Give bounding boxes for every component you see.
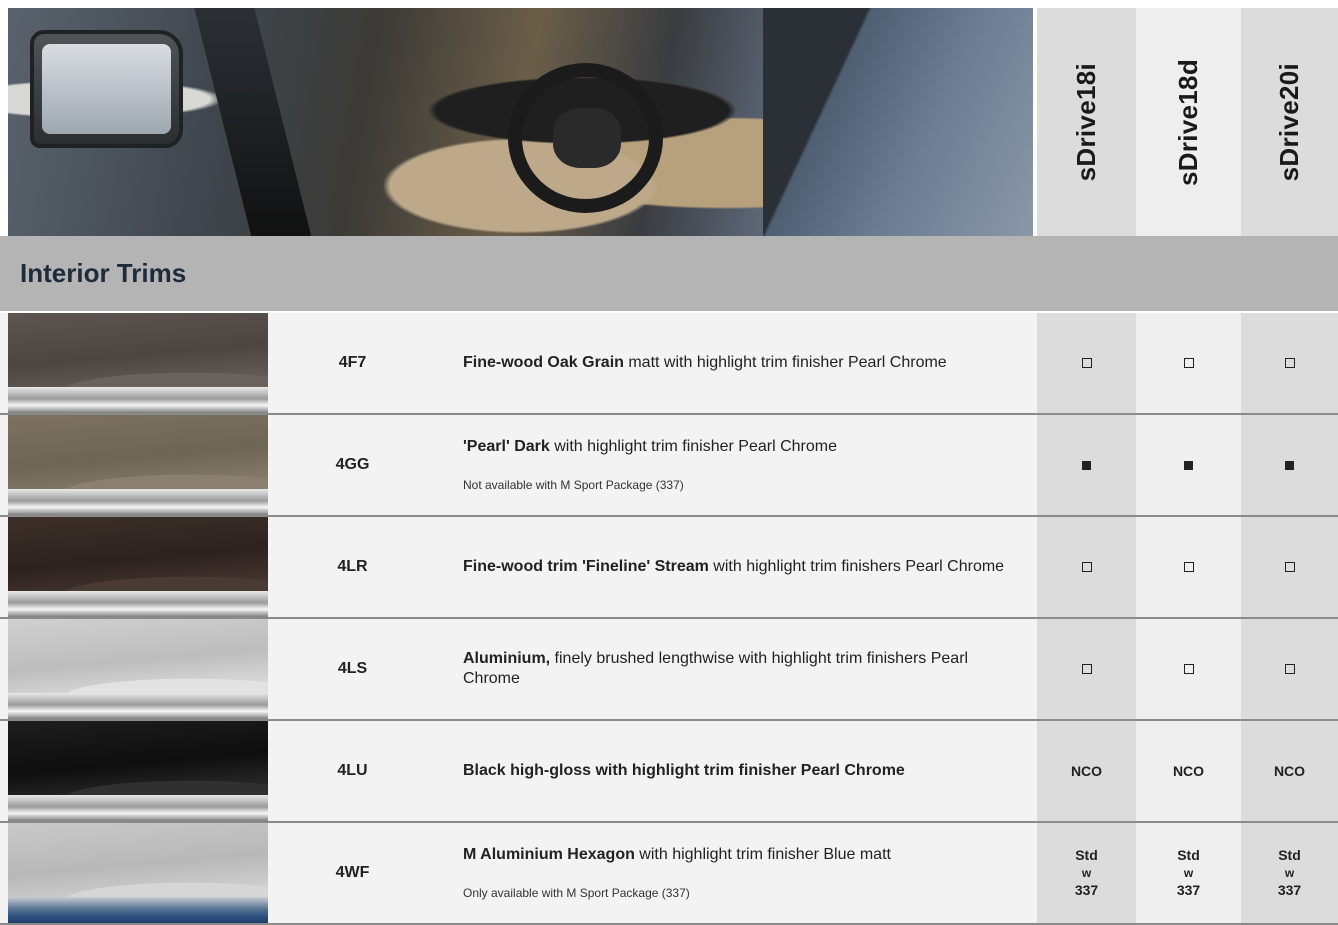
trim-swatch-image [8, 415, 268, 515]
optional-square-icon [1183, 358, 1194, 368]
availability-label: NCO [1172, 762, 1205, 779]
table-row: 4LS Aluminium, finely brushed lengthwise … [0, 619, 1338, 721]
optional-square-icon [1183, 562, 1194, 572]
availability-cell [1136, 517, 1241, 617]
trim-description: Black high-gloss with highlight trim fin… [463, 721, 1013, 821]
trim-description: Aluminium, finely brushed lengthwise wit… [463, 619, 1013, 719]
trim-detail: with highlight trim finisher Pearl Chrom… [549, 438, 837, 455]
table-row: 4GG 'Pearl' Dark with highlight trim fini… [0, 415, 1338, 517]
availability-cell [1037, 415, 1136, 515]
availability-cell [1037, 619, 1136, 719]
availability-label: NCO [1273, 762, 1306, 779]
optional-square-icon [1183, 664, 1194, 674]
trim-table: 4F7 Fine-wood Oak Grain matt with highlig… [0, 313, 1338, 925]
header-area: sDrive18i sDrive18d sDrive20i [0, 0, 1338, 236]
model-label: sDrive18i [1071, 62, 1101, 182]
availability-cell [1241, 619, 1338, 719]
model-label: sDrive20i [1274, 62, 1304, 182]
model-header-sdrive18i: sDrive18i [1037, 8, 1136, 236]
optional-square-icon [1284, 664, 1295, 674]
trim-name: 'Pearl' Dark [463, 438, 550, 455]
option-code: 4F7 [338, 354, 367, 371]
trim-detail: with highlight trim finishers Pearl Chro… [708, 558, 1005, 575]
trim-title: 'Pearl' Dark with highlight trim finishe… [463, 437, 1013, 457]
trim-detail: matt with highlight trim finisher Pearl … [623, 354, 947, 371]
availability-cell [1037, 313, 1136, 413]
option-code: 4LR [337, 558, 368, 575]
trim-name: Fine-wood trim 'Fineline' Stream [463, 558, 709, 575]
standard-square-icon [1184, 460, 1193, 470]
trim-title: M Aluminium Hexagon with highlight trim … [463, 845, 1013, 865]
optional-square-icon [1284, 358, 1295, 368]
trim-title: Aluminium, finely brushed lengthwise wit… [463, 649, 1013, 689]
availability-cell: Std w 337 [1136, 823, 1241, 923]
section-header: Interior Trims [0, 236, 1338, 311]
availability-cell [1136, 415, 1241, 515]
side-mirror-graphic [30, 30, 183, 148]
standard-square-icon [1082, 460, 1091, 470]
trim-swatch-image [8, 313, 268, 413]
availability-label: Std w 337 [1277, 847, 1302, 898]
availability-note: Only available with M Sport Package (337… [463, 886, 690, 900]
door-panel-graphic [763, 8, 1033, 236]
section-title: Interior Trims [20, 258, 187, 288]
availability-cell [1241, 517, 1338, 617]
trim-name: Aluminium, [463, 650, 551, 667]
trim-title: Black high-gloss with highlight trim fin… [463, 761, 1013, 781]
optional-square-icon [1081, 358, 1092, 368]
availability-cell: NCO [1241, 721, 1338, 821]
trim-description: Fine-wood trim 'Fineline' Stream with hi… [463, 517, 1013, 617]
availability-cell [1136, 619, 1241, 719]
table-row: 4F7 Fine-wood Oak Grain matt with highlig… [0, 313, 1338, 415]
availability-cell: Std w 337 [1037, 823, 1136, 923]
availability-note: Not available with M Sport Package (337) [463, 478, 684, 492]
availability-cell: Std w 337 [1241, 823, 1338, 923]
table-row: 4LU Black high-gloss with highlight trim … [0, 721, 1338, 823]
table-row: 4WF M Aluminium Hexagon with highlight tr… [0, 823, 1338, 925]
trim-swatch-image [8, 823, 268, 923]
availability-cell [1136, 313, 1241, 413]
standard-square-icon [1285, 460, 1294, 470]
car-interior-image [8, 8, 1033, 236]
trim-swatch-image [8, 517, 268, 617]
trim-swatch-image [8, 721, 268, 821]
availability-cell: NCO [1037, 721, 1136, 821]
availability-label: NCO [1070, 762, 1103, 779]
option-code: 4GG [335, 456, 370, 473]
option-code: 4LU [337, 762, 368, 779]
trim-description: Fine-wood Oak Grain matt with highlight … [463, 313, 1013, 413]
optional-square-icon [1081, 664, 1092, 674]
availability-label: Std w 337 [1176, 847, 1201, 898]
option-code: 4WF [335, 864, 370, 881]
option-code: 4LS [337, 660, 368, 677]
trim-title: Fine-wood Oak Grain matt with highlight … [463, 353, 1013, 373]
trim-detail: with highlight trim finisher Blue matt [634, 846, 891, 863]
optional-square-icon [1081, 562, 1092, 572]
model-label: sDrive18d [1173, 58, 1203, 186]
availability-label: Std w 337 [1074, 847, 1099, 898]
optional-square-icon [1284, 562, 1295, 572]
model-header-sdrive20i: sDrive20i [1241, 8, 1338, 236]
trim-title: Fine-wood trim 'Fineline' Stream with hi… [463, 557, 1013, 577]
trim-swatch-image [8, 619, 268, 719]
availability-cell [1037, 517, 1136, 617]
model-header-sdrive18d: sDrive18d [1136, 8, 1241, 236]
trim-description: 'Pearl' Dark with highlight trim finishe… [463, 415, 1013, 515]
trim-name: Fine-wood Oak Grain [463, 354, 624, 371]
table-row: 4LR Fine-wood trim 'Fineline' Stream with… [0, 517, 1338, 619]
availability-cell [1241, 313, 1338, 413]
availability-cell [1241, 415, 1338, 515]
trim-description: M Aluminium Hexagon with highlight trim … [463, 823, 1013, 923]
steering-hub-graphic [553, 108, 621, 168]
door-pillar-graphic [194, 8, 312, 236]
trim-name: Black high-gloss with highlight trim fin… [463, 762, 905, 779]
trim-name: M Aluminium Hexagon [463, 846, 635, 863]
availability-cell: NCO [1136, 721, 1241, 821]
